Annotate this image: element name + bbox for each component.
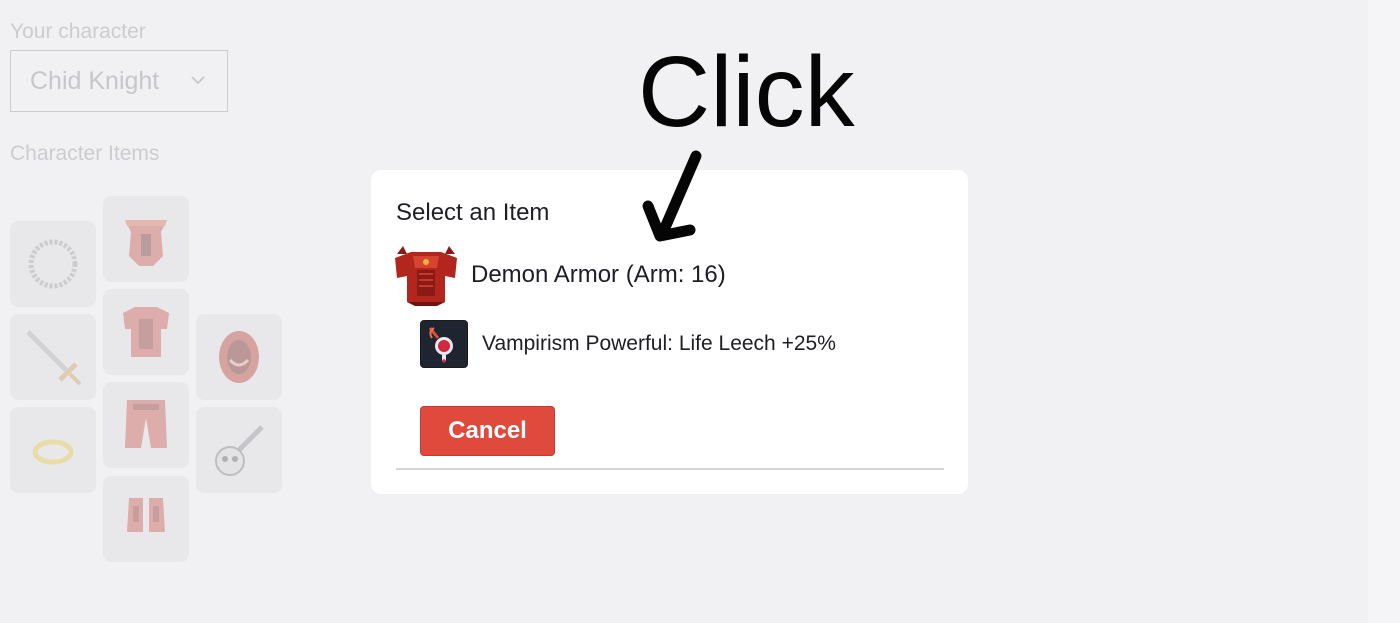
boots-icon [127,498,165,532]
character-select-value: Chid Knight [30,66,160,95]
slot-armor[interactable] [103,289,189,375]
modifier-text: Vampirism Powerful: Life Leech +25% [482,332,836,355]
ring-icon [32,439,74,465]
item-name: Demon Armor (Arm: 16) [471,261,726,288]
skull-weapon-icon [215,425,264,476]
slot-ring[interactable] [10,407,96,493]
slot-ammo[interactable] [196,407,282,493]
helmet-icon [125,220,167,266]
armor-icon [123,307,169,357]
slot-amulet[interactable] [10,221,96,307]
slot-shield[interactable] [196,314,282,400]
sword-icon [26,330,82,386]
page-edge [1368,0,1400,623]
page: Your character Chid Knight Character Ite… [0,0,1400,623]
amulet-icon [28,239,78,289]
chevron-down-icon [191,76,205,85]
items-label: Character Items [10,142,160,165]
demon-armor-icon [395,246,457,306]
character-select[interactable]: Chid Knight [10,50,228,112]
legs-icon [125,400,167,448]
arrow-down-icon [642,150,702,242]
slot-helmet[interactable] [103,196,189,282]
vampirism-icon [420,320,468,368]
click-annotation-text: Click [638,36,855,148]
slot-boots[interactable] [103,476,189,562]
modal-divider [396,468,944,470]
item-modifier: Vampirism Powerful: Life Leech +25% [420,319,836,369]
slot-weapon[interactable] [10,314,96,400]
item-option-demon-armor[interactable]: Demon Armor (Arm: 16) [393,244,726,306]
cancel-button[interactable]: Cancel [420,406,555,456]
shield-icon [219,331,259,383]
character-label: Your character [10,20,146,43]
slot-legs[interactable] [103,382,189,468]
modal-title: Select an Item [396,199,550,226]
